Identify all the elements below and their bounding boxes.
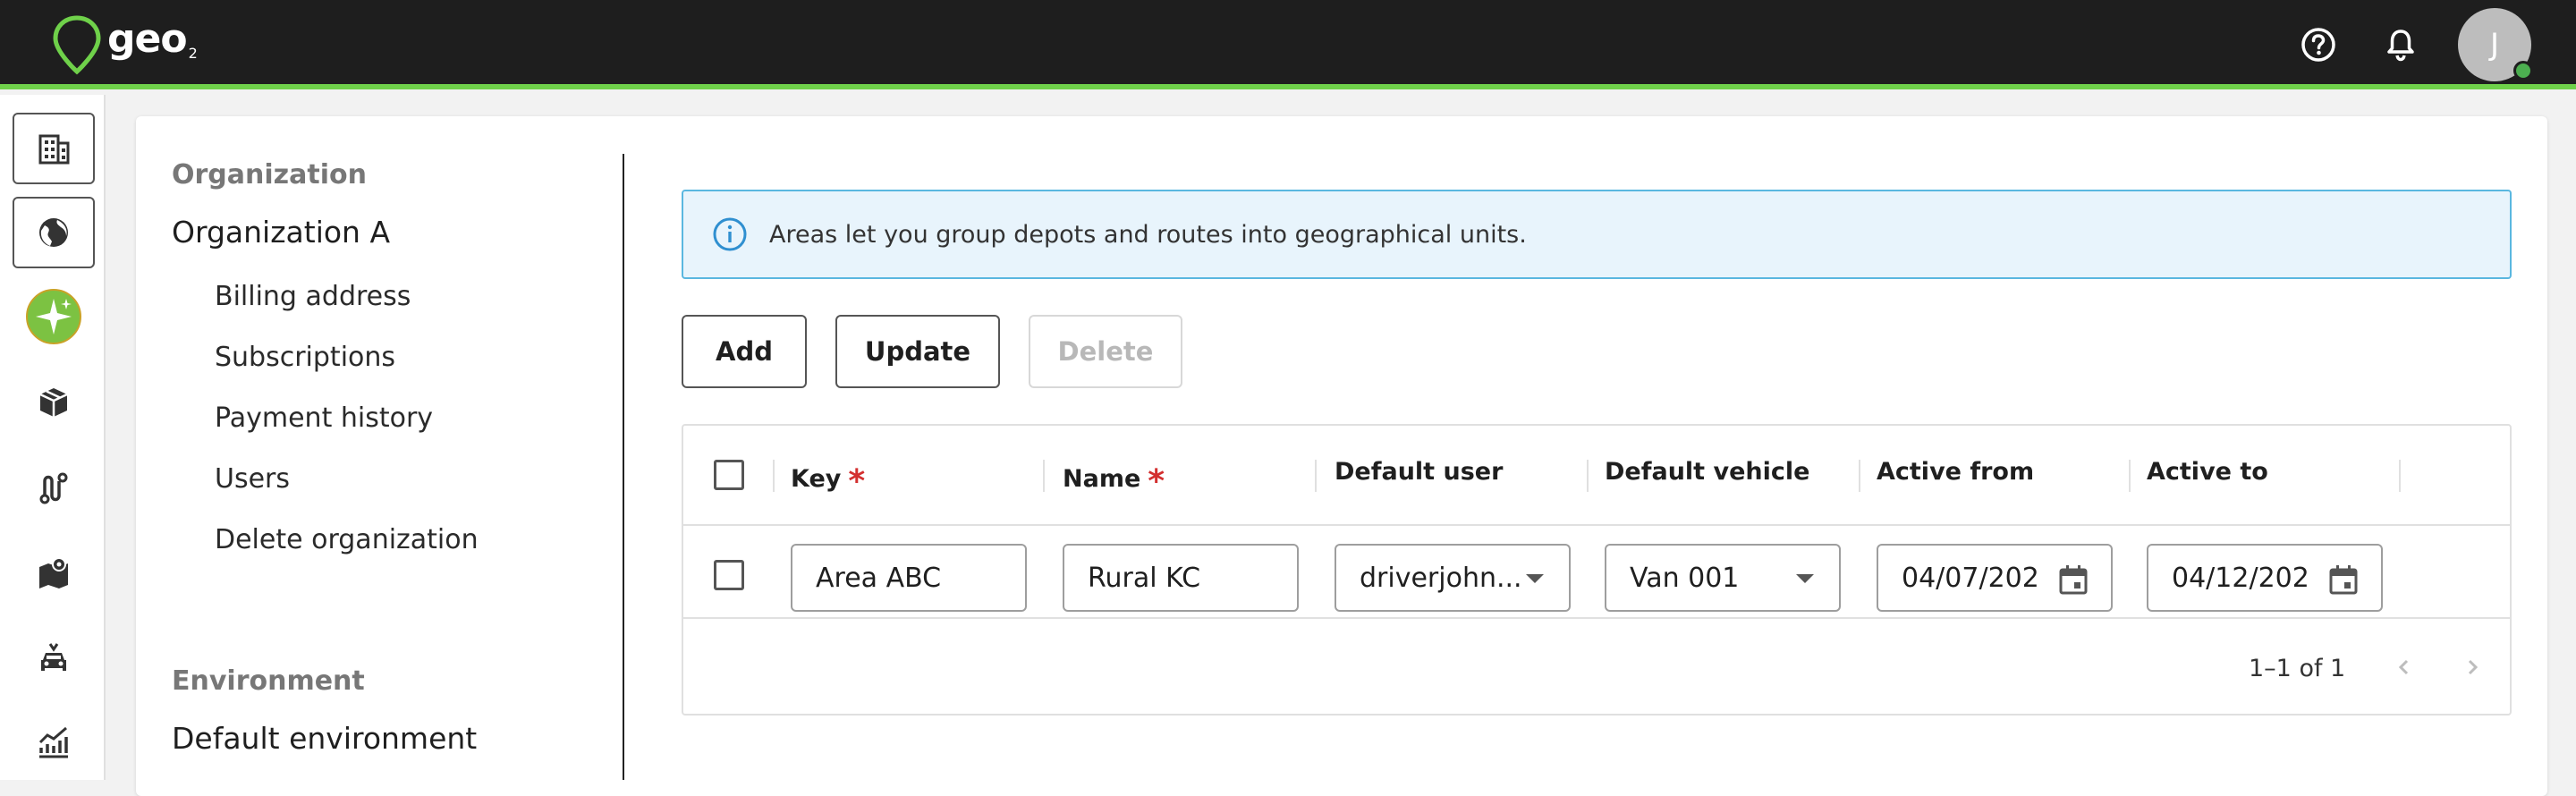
nav-item-payment-history[interactable]: Payment history <box>215 402 433 434</box>
rail-item-vehicles[interactable] <box>13 622 95 694</box>
column-separator <box>2129 460 2131 492</box>
dropdown-arrow-icon <box>1526 574 1544 583</box>
active-from-date-input[interactable]: 04/07/202 <box>1877 544 2113 612</box>
column-header-active-from[interactable]: Active from <box>1877 458 2034 486</box>
box-icon <box>39 388 68 417</box>
column-header-key-label: Key <box>791 465 842 493</box>
map-pin-icon <box>53 15 101 75</box>
environment-heading: Environment <box>172 665 365 697</box>
online-status-dot <box>2513 61 2533 80</box>
default-user-value: driverjohn... <box>1360 562 1522 594</box>
logo-text: geo <box>107 16 188 62</box>
info-banner-text: Areas let you group depots and routes in… <box>769 220 1527 249</box>
side-rail <box>0 95 106 780</box>
car-icon <box>41 643 66 671</box>
nav-item-billing-address[interactable]: Billing address <box>215 281 411 312</box>
rail-item-packages[interactable] <box>13 367 95 438</box>
sparkle-icon <box>26 289 81 344</box>
select-all-checkbox[interactable] <box>714 460 744 490</box>
dropdown-arrow-icon <box>1796 574 1814 583</box>
globe-icon <box>39 218 68 247</box>
column-header-default-user[interactable]: Default user <box>1335 458 1503 486</box>
default-vehicle-value: Van 001 <box>1630 562 1740 594</box>
calendar-icon[interactable] <box>2057 563 2089 596</box>
help-icon[interactable] <box>2299 25 2338 64</box>
delete-button[interactable]: Delete <box>1029 315 1182 388</box>
column-separator <box>1859 460 1860 492</box>
app-logo[interactable]: geo 2 <box>50 14 198 75</box>
bell-icon[interactable] <box>2381 25 2420 64</box>
update-button[interactable]: Update <box>835 315 1000 388</box>
info-banner: Areas let you group depots and routes in… <box>682 190 2512 279</box>
nav-item-delete-organization[interactable]: Delete organization <box>215 524 479 555</box>
required-mark: * <box>1148 463 1165 500</box>
active-from-value: 04/07/202 <box>1902 562 2039 594</box>
avatar-initial: J <box>2489 27 2500 63</box>
pagination-summary: 1–1 of 1 <box>2249 655 2346 682</box>
column-header-name-label: Name <box>1063 465 1141 493</box>
rail-item-organization[interactable] <box>13 113 95 184</box>
top-bar: geo 2 J <box>0 0 2576 89</box>
column-separator <box>1315 460 1317 492</box>
logo-subscript: 2 <box>188 45 198 62</box>
building-icon <box>38 134 70 165</box>
column-header-name[interactable]: Name * <box>1063 458 1165 500</box>
rail-item-analytics[interactable] <box>13 707 95 778</box>
rail-item-assistant[interactable] <box>13 281 95 352</box>
header-divider <box>683 524 2510 526</box>
chevron-right-icon <box>2468 659 2479 675</box>
column-header-active-to[interactable]: Active to <box>2147 458 2268 486</box>
nav-organization-name[interactable]: Organization A <box>172 215 390 250</box>
column-separator <box>2399 460 2401 492</box>
column-header-default-vehicle[interactable]: Default vehicle <box>1605 458 1809 486</box>
rail-item-environment[interactable] <box>13 197 95 268</box>
required-mark: * <box>848 463 866 500</box>
row-checkbox[interactable] <box>714 560 744 590</box>
info-icon <box>713 217 747 251</box>
rail-item-areas[interactable] <box>13 537 95 608</box>
default-user-select[interactable]: driverjohn... <box>1335 544 1571 612</box>
column-separator <box>1043 460 1045 492</box>
row-divider <box>683 617 2510 619</box>
chevron-left-icon <box>2398 659 2409 675</box>
rail-item-routes[interactable] <box>13 453 95 524</box>
map-icon <box>39 557 68 589</box>
active-to-value: 04/12/202 <box>2172 562 2309 594</box>
next-page-button[interactable] <box>2454 649 2490 685</box>
column-separator <box>1587 460 1589 492</box>
name-input[interactable]: Rural KC <box>1063 544 1299 612</box>
previous-page-button[interactable] <box>2386 649 2422 685</box>
nav-environment-name[interactable]: Default environment <box>172 721 477 756</box>
key-input[interactable]: Area ABC <box>791 544 1027 612</box>
areas-table: Key * Name * Default user Default vehicle … <box>682 424 2512 716</box>
add-button[interactable]: Add <box>682 315 807 388</box>
column-header-key[interactable]: Key * <box>791 458 865 500</box>
nav-item-users[interactable]: Users <box>215 463 290 495</box>
calendar-icon[interactable] <box>2327 563 2360 596</box>
active-to-date-input[interactable]: 04/12/202 <box>2147 544 2383 612</box>
route-icon <box>39 472 68 504</box>
column-separator <box>773 460 775 492</box>
chart-icon <box>38 726 68 758</box>
default-vehicle-select[interactable]: Van 001 <box>1605 544 1841 612</box>
nav-item-subscriptions[interactable]: Subscriptions <box>215 342 395 373</box>
nav-divider <box>623 154 624 780</box>
organization-heading: Organization <box>172 159 367 191</box>
